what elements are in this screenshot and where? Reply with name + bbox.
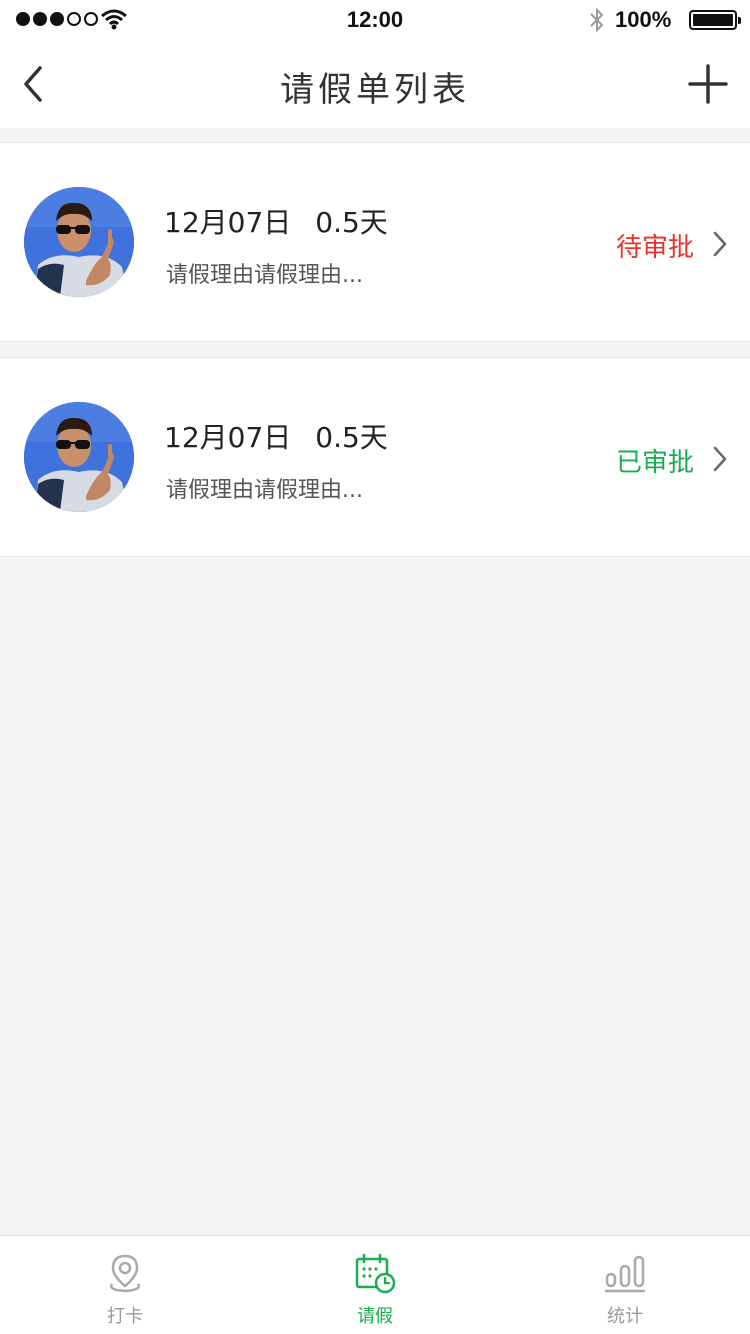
leave-date-line: 12月07日 0.5天 (164, 201, 388, 241)
leave-date: 12月07日 (164, 421, 292, 454)
tab-label: 请假 (357, 1306, 393, 1327)
status-badge: 待审批 (615, 233, 694, 263)
leave-reason: 请假理由请假理由... (166, 263, 363, 288)
page-title: 请假单列表 (280, 70, 470, 110)
plus-icon[interactable] (686, 62, 730, 106)
calendar-clock-icon (355, 1253, 396, 1294)
tab-statistics[interactable]: 统计 (500, 1236, 750, 1334)
bluetooth-icon (590, 7, 604, 33)
tab-label: 打卡 (107, 1306, 143, 1327)
leave-item[interactable]: 12月07日 0.5天 请假理由请假理由... 已审批 (0, 357, 750, 557)
leave-days: 0.5天 (315, 206, 388, 239)
tab-leave[interactable]: 请假 (250, 1236, 500, 1334)
tab-bar: 打卡 请假 统计 (0, 1235, 750, 1334)
avatar (24, 187, 134, 297)
battery-icon (689, 10, 741, 30)
status-bar: 12:00 100% (0, 0, 750, 40)
status-badge: 已审批 (615, 448, 694, 478)
tab-clock-in[interactable]: 打卡 (0, 1236, 250, 1334)
leave-date: 12月07日 (164, 206, 292, 239)
leave-reason: 请假理由请假理由... (166, 478, 363, 503)
chevron-right-icon (713, 446, 727, 472)
tab-label: 统计 (607, 1306, 643, 1327)
nav-bar: 请假单列表 (0, 40, 750, 128)
avatar (24, 402, 134, 512)
battery-percent: 100% (615, 7, 672, 32)
location-pin-icon (110, 1254, 140, 1293)
leave-item[interactable]: 12月07日 0.5天 请假理由请假理由... 待审批 (0, 142, 750, 342)
leave-days: 0.5天 (315, 421, 388, 454)
bar-chart-icon (605, 1255, 645, 1293)
chevron-right-icon (713, 231, 727, 257)
leave-date-line: 12月07日 0.5天 (164, 416, 388, 456)
